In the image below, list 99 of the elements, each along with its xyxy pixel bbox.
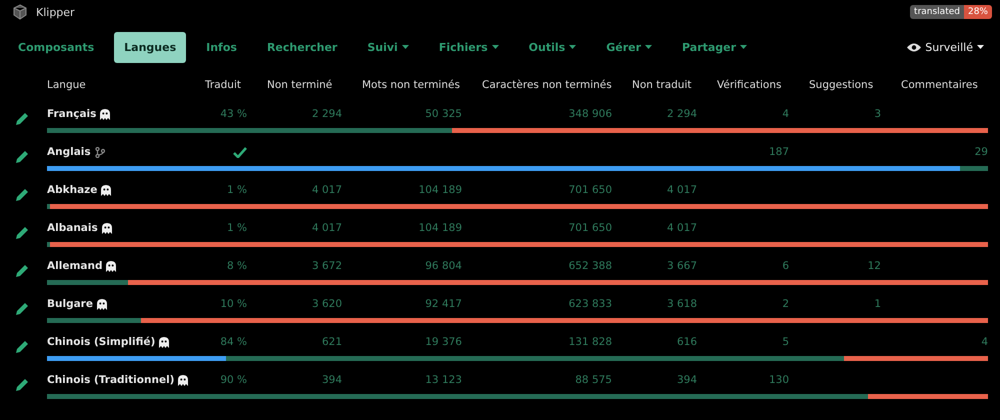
table-cell-text: 96 804 xyxy=(424,260,463,272)
table-cell-text: 84 % xyxy=(219,336,248,348)
table-cell-text: 104 189 xyxy=(418,222,463,234)
table-cell-text: 88 575 xyxy=(574,374,613,386)
column-header: Traduit xyxy=(204,79,242,91)
table-cell-text: 12 xyxy=(866,260,882,272)
ghost-icon xyxy=(106,260,116,272)
table-cell-text: 621 xyxy=(320,336,343,348)
nav-tab[interactable]: Composants xyxy=(8,32,104,62)
table-cell-text: 92 417 xyxy=(424,298,463,310)
caret-icon xyxy=(492,45,499,49)
table-cell-text: 4 017 xyxy=(666,184,698,196)
table-cell-text: 3 618 xyxy=(666,298,698,310)
caret-icon xyxy=(645,45,652,49)
table-cell-text: 3 xyxy=(873,108,882,120)
table-cell-text: 2 xyxy=(781,298,790,310)
watch-button[interactable]: Surveillé xyxy=(901,40,990,54)
table-cell-text: 2 294 xyxy=(310,108,343,120)
table-cell-text: 394 xyxy=(320,374,343,386)
nav-tab[interactable]: Rechercher xyxy=(256,32,348,62)
branch-icon xyxy=(94,146,105,158)
table-cell-text: 1 % xyxy=(226,184,248,196)
table-cell-text: 29 xyxy=(974,146,988,158)
column-header: Mots non terminés xyxy=(361,79,461,91)
table-cell-text: 50 325 xyxy=(424,108,463,120)
language-link[interactable]: Albanais xyxy=(47,222,98,234)
table-cell-text: 2 294 xyxy=(666,108,698,120)
column-header: Vérifications xyxy=(716,79,782,91)
table-cell-text: 1 % xyxy=(226,222,248,234)
pencil-icon[interactable] xyxy=(14,377,30,393)
pencil-icon[interactable] xyxy=(14,301,30,317)
table-cell-text: 187 xyxy=(768,146,790,158)
check-icon xyxy=(233,146,247,158)
table-cell-text: 701 650 xyxy=(568,184,613,196)
table-cell-text: 623 833 xyxy=(568,298,613,310)
language-link[interactable]: Allemand xyxy=(47,260,102,272)
table-cell-text: 4 017 xyxy=(666,222,698,234)
column-header: Commentaires xyxy=(900,79,979,91)
caret-icon xyxy=(402,45,409,49)
table-cell-text: 3 620 xyxy=(310,298,343,310)
table-cell-text: 8 % xyxy=(226,260,248,272)
table-cell-text: 130 xyxy=(768,374,790,386)
project-name[interactable]: Klipper xyxy=(36,6,75,18)
ghost-icon xyxy=(96,298,107,310)
pencil-icon[interactable] xyxy=(14,225,30,241)
pencil-icon[interactable] xyxy=(14,187,30,203)
table-cell-text: 4 xyxy=(781,108,790,120)
table-cell-text: 10 % xyxy=(219,298,248,310)
table-cell-text: 13 123 xyxy=(424,374,463,386)
ghost-icon xyxy=(159,336,170,348)
pencil-icon[interactable] xyxy=(14,149,30,165)
table-cell-text: 131 828 xyxy=(568,336,613,348)
nav-tab[interactable]: Outils xyxy=(518,32,586,62)
language-link[interactable]: Bulgare xyxy=(47,298,93,310)
table-cell-text: 4 017 xyxy=(310,184,343,196)
caret-icon xyxy=(977,45,984,49)
nav-tab[interactable]: Gérer xyxy=(596,32,662,62)
table-cell-text: 3 672 xyxy=(310,260,343,272)
table-cell-text: 19 376 xyxy=(424,336,463,348)
column-header: Non traduit xyxy=(631,79,692,91)
language-link[interactable]: Français xyxy=(47,108,96,120)
table-cell-text: 394 xyxy=(676,374,698,386)
caret-icon xyxy=(740,45,748,49)
pencil-icon[interactable] xyxy=(14,339,30,355)
cube-icon xyxy=(12,4,28,20)
column-header: Suggestions xyxy=(808,79,874,91)
language-link[interactable]: Abkhaze xyxy=(47,184,98,196)
table-cell-text: 90 % xyxy=(219,374,248,386)
caret-icon xyxy=(569,45,576,49)
eye-icon xyxy=(907,42,922,52)
column-header: Caractères non terminés xyxy=(481,79,613,91)
nav-tab[interactable]: Langues xyxy=(114,32,186,62)
table-cell-text: 1 xyxy=(873,298,882,310)
table-cell-text: 348 906 xyxy=(568,108,613,120)
table-cell-text: 652 388 xyxy=(568,260,613,272)
table-cell-text: 5 xyxy=(781,336,790,348)
nav-tab[interactable]: Partager xyxy=(672,32,758,62)
table-cell-text: 43 % xyxy=(219,108,248,120)
table-cell-text: 4 xyxy=(980,336,988,348)
ghost-icon xyxy=(100,108,110,120)
column-header: Non terminé xyxy=(266,79,334,91)
table-cell-text: 701 650 xyxy=(568,222,613,234)
table-cell-text: 104 189 xyxy=(418,184,463,196)
column-header: Langue xyxy=(47,79,87,91)
table-cell-text: 616 xyxy=(676,336,698,348)
pencil-icon[interactable] xyxy=(14,263,30,279)
nav-tab[interactable]: Fichiers xyxy=(428,32,509,62)
nav-tab[interactable]: Infos xyxy=(196,32,247,62)
ghost-icon xyxy=(102,222,112,234)
ghost-icon xyxy=(101,184,112,196)
ghost-icon xyxy=(178,374,188,386)
table-cell-text: 3 667 xyxy=(666,260,698,272)
pencil-icon[interactable] xyxy=(14,111,30,127)
table-cell-text: 4 017 xyxy=(310,222,343,234)
language-link[interactable]: Chinois (Simplifié) xyxy=(47,336,156,348)
language-link[interactable]: Anglais xyxy=(47,146,91,158)
table-cell-text: 6 xyxy=(781,260,790,272)
nav-tab[interactable]: Suivi xyxy=(357,32,419,62)
language-link[interactable]: Chinois (Traditionnel) xyxy=(47,374,174,386)
